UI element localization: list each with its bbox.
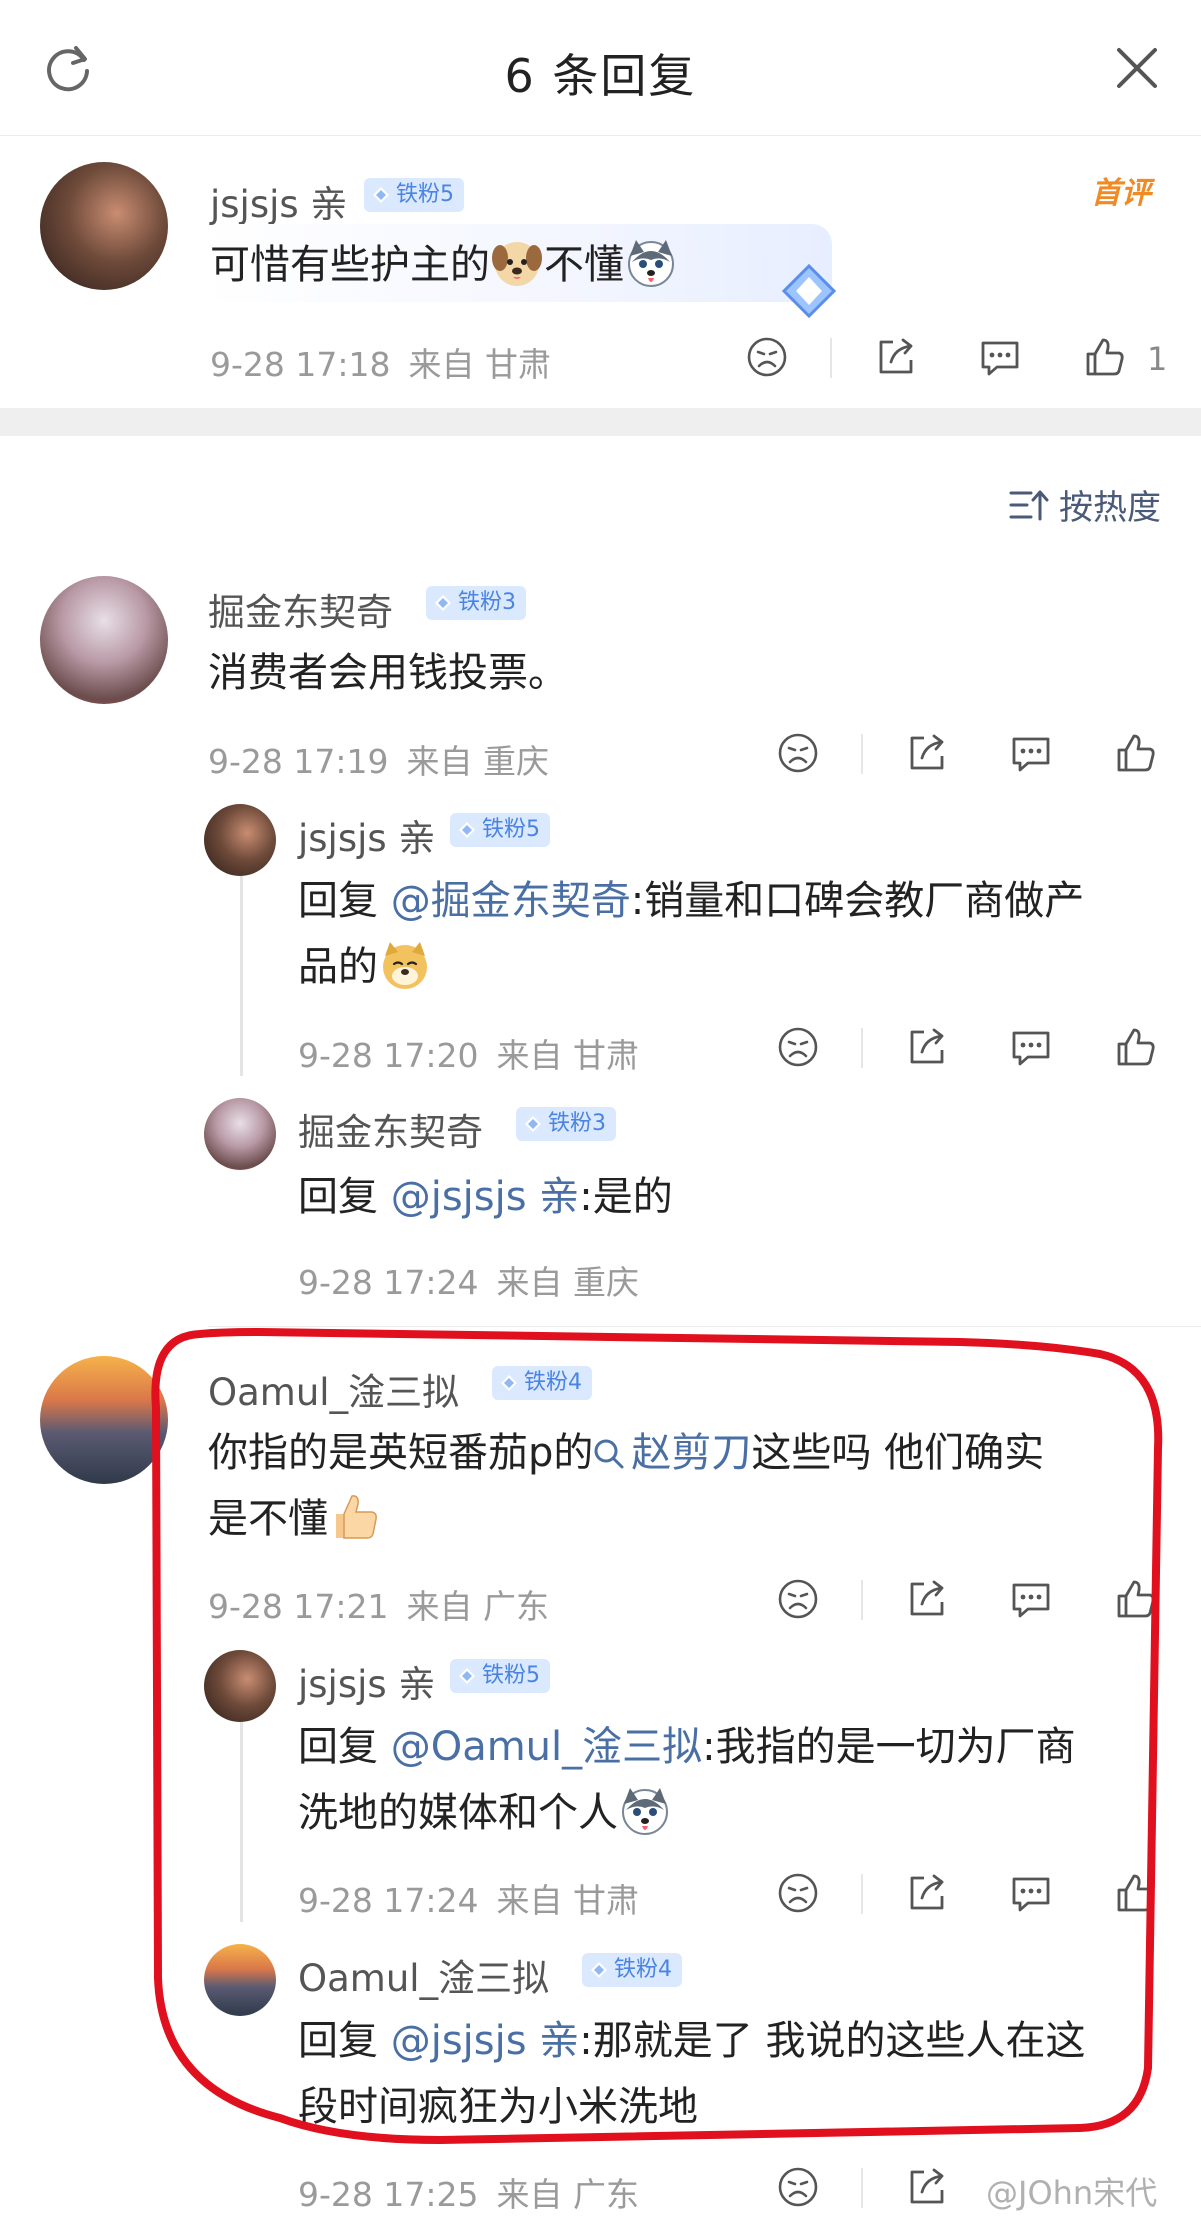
- avatar[interactable]: [40, 162, 168, 290]
- reply-meta: 9-28 17:25 来自 广东: [298, 2168, 639, 2216]
- comment-icon[interactable]: [1008, 730, 1054, 776]
- action-divider: [861, 2168, 863, 2208]
- diamond-icon: [434, 594, 452, 612]
- section-divider: [0, 408, 1201, 436]
- red-highlight-annotation: [151, 1328, 1163, 2144]
- badge-label: 铁粉5: [396, 182, 454, 207]
- like-icon[interactable]: [1113, 1024, 1159, 1070]
- comment-username[interactable]: jsjsjs 亲: [210, 174, 347, 228]
- sort-toggle[interactable]: 按热度: [1009, 480, 1161, 529]
- share-icon[interactable]: [873, 334, 919, 380]
- action-divider: [830, 338, 832, 378]
- reply-username[interactable]: jsjsjs 亲: [298, 808, 435, 862]
- like-count: 1: [1147, 340, 1168, 378]
- comment-username[interactable]: 掘金东契奇: [208, 582, 393, 636]
- comment-date: 9-28 17:18: [210, 345, 391, 384]
- first-comment-tag: 首评: [1091, 176, 1151, 211]
- diamond-icon: [458, 821, 476, 839]
- sort-label: 按热度: [1059, 488, 1161, 528]
- comment-text: 消费者会用钱投票。: [208, 650, 568, 696]
- close-icon[interactable]: [1111, 42, 1163, 94]
- avatar[interactable]: [204, 1098, 276, 1170]
- dislike-icon[interactable]: [775, 2164, 821, 2210]
- diamond-icon: [372, 186, 390, 204]
- badge-label: 铁粉5: [482, 817, 540, 842]
- badge-label: 铁粉3: [548, 1111, 606, 1136]
- fan-badge[interactable]: 铁粉3: [516, 1107, 616, 1141]
- avatar[interactable]: [204, 804, 276, 876]
- sort-icon: [1009, 490, 1049, 520]
- reply-location: 来自 重庆: [496, 1263, 640, 1302]
- reply-date: 9-28 17:25: [298, 2175, 479, 2214]
- mention-link[interactable]: @jsjsjs 亲: [391, 1174, 580, 1220]
- action-divider: [861, 734, 863, 774]
- comment-meta: 9-28 17:19 来自 重庆: [208, 735, 549, 783]
- badge-label: 铁粉3: [458, 590, 516, 615]
- mention-link[interactable]: @掘金东契奇: [391, 878, 631, 924]
- husky-emoji-icon: [624, 236, 678, 290]
- dog-emoji-icon: [490, 236, 544, 290]
- share-icon[interactable]: [904, 730, 950, 776]
- thread-line: [240, 876, 243, 1076]
- dislike-icon[interactable]: [775, 1024, 821, 1070]
- comment-date: 9-28 17:19: [208, 742, 389, 781]
- share-icon[interactable]: [904, 1024, 950, 1070]
- fan-badge[interactable]: 铁粉3: [426, 586, 526, 620]
- reply-username[interactable]: 掘金东契奇: [298, 1102, 483, 1156]
- reply-panel-header: 6 条回复: [0, 0, 1201, 136]
- reply-location: 来自 甘肃: [496, 1036, 640, 1075]
- watermark: @JOhn宋代: [986, 2174, 1158, 2212]
- diamond-decoration-icon: [781, 263, 837, 319]
- like-icon[interactable]: [1082, 334, 1128, 380]
- share-icon[interactable]: [904, 2164, 950, 2210]
- comment-location: 来自 重庆: [406, 742, 550, 781]
- like-icon[interactable]: [1113, 730, 1159, 776]
- doge-emoji-icon: [378, 938, 432, 992]
- comment-location: 来自 甘肃: [408, 345, 552, 384]
- diamond-icon: [524, 1115, 542, 1133]
- comment-icon[interactable]: [1008, 1024, 1054, 1070]
- comment-text: 可惜有些护主的 不懂: [210, 232, 678, 298]
- comment-icon[interactable]: [977, 334, 1023, 380]
- panel-title: 6 条回复: [504, 49, 697, 103]
- fan-badge[interactable]: 铁粉5: [364, 178, 464, 212]
- avatar[interactable]: [40, 576, 168, 704]
- dislike-icon[interactable]: [744, 334, 790, 380]
- reply-date: 9-28 17:24: [298, 1263, 479, 1302]
- fan-badge[interactable]: 铁粉5: [450, 813, 550, 847]
- reply-meta: 9-28 17:20 来自 甘肃: [298, 1029, 639, 1077]
- comment-divider: [208, 1326, 1201, 1327]
- dislike-icon[interactable]: [775, 730, 821, 776]
- comment-meta: 9-28 17:18 来自 甘肃: [210, 338, 551, 386]
- reply-meta: 9-28 17:24 来自 重庆: [298, 1256, 639, 1304]
- reply-text: 回复 @掘金东契奇:销量和口碑会教厂商做产 品的: [298, 878, 1085, 992]
- reply-text: 回复 @jsjsjs 亲:是的: [298, 1174, 673, 1220]
- reply-location: 来自 广东: [496, 2175, 640, 2214]
- reply-date: 9-28 17:20: [298, 1036, 479, 1075]
- action-divider: [861, 1028, 863, 1068]
